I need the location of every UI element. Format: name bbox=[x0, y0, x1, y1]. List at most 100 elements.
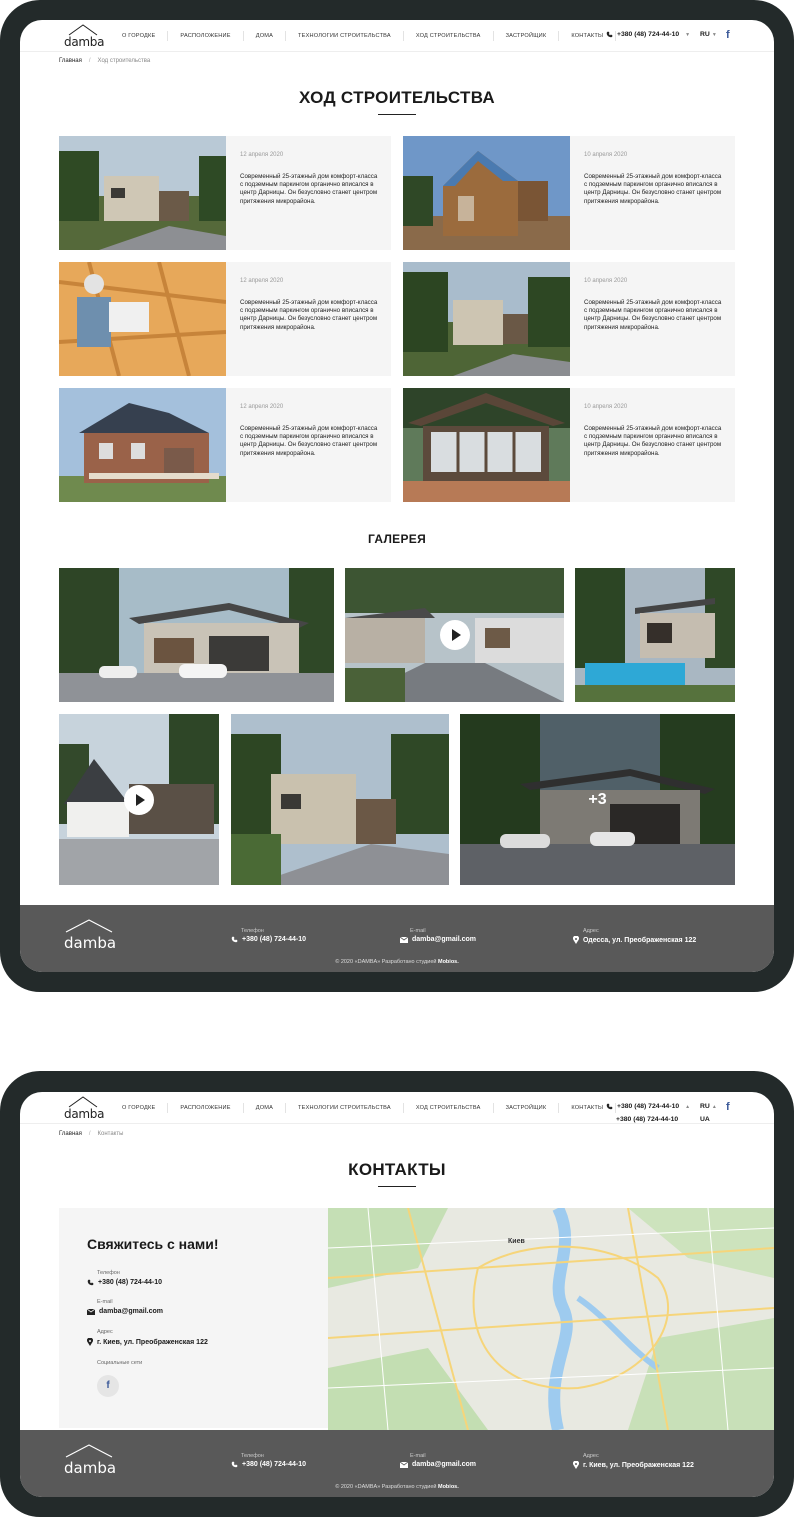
breadcrumb-home[interactable]: Главная bbox=[59, 58, 82, 64]
contact-address[interactable]: Адрес г. Киев, ул. Преображенская 122 bbox=[87, 1329, 208, 1346]
footer-phone-value: +380 (48) 724-44-10 bbox=[242, 1461, 307, 1468]
nav-item-developer[interactable]: Застройщик bbox=[494, 1103, 560, 1113]
phone-icon bbox=[606, 1103, 613, 1110]
footer-address-value: г. Киев, ул. Преображенская 122 bbox=[583, 1461, 694, 1469]
nav-item-about[interactable]: О городке bbox=[110, 1103, 169, 1113]
breadcrumb-home[interactable]: Главная bbox=[59, 1131, 82, 1137]
facebook-icon[interactable]: f bbox=[97, 1375, 119, 1397]
phone-icon bbox=[231, 1461, 238, 1468]
nav-item-progress[interactable]: Ход строительства bbox=[404, 1103, 494, 1113]
studio-link[interactable]: Mobios. bbox=[438, 1484, 459, 1490]
nav-item-developer[interactable]: Застройщик bbox=[494, 31, 560, 41]
progress-card[interactable]: 10 апреля 2020 Современный 25-этажный до… bbox=[403, 262, 735, 376]
logo[interactable]: damba bbox=[64, 1096, 104, 1120]
card-date: 12 апреля 2020 bbox=[240, 152, 284, 158]
nav-item-location[interactable]: Расположение bbox=[168, 1103, 244, 1113]
footer-logo[interactable]: damba bbox=[64, 919, 117, 952]
facebook-icon[interactable]: f bbox=[726, 1101, 736, 1113]
gallery-image[interactable] bbox=[59, 568, 334, 702]
gallery-video[interactable] bbox=[345, 568, 564, 702]
chevron-up-icon: ▲ bbox=[685, 1103, 691, 1110]
facebook-icon[interactable]: f bbox=[726, 29, 736, 41]
language-option-ua[interactable]: UA bbox=[700, 1116, 710, 1123]
logo[interactable]: damba bbox=[64, 24, 104, 48]
footer-phone-value: +380 (48) 724-44-10 bbox=[242, 936, 307, 943]
progress-card[interactable]: 12 апреля 2020 Современный 25-этажный до… bbox=[59, 262, 391, 376]
copyright: © 2020 «DAMBA» Разработано студией Mobio… bbox=[20, 1484, 774, 1490]
header-phone[interactable]: +380 (48) 724-44-10 ▲ bbox=[606, 1103, 690, 1110]
footer-phone-label: Телефон bbox=[241, 1453, 264, 1459]
footer-logo-text: damba bbox=[64, 934, 117, 952]
main-nav: О городке Расположение Дома Технологии с… bbox=[110, 20, 617, 52]
footer-email[interactable]: E-mail damba@gmail.com bbox=[400, 1453, 476, 1468]
footer-email-label: E-mail bbox=[410, 1453, 426, 1459]
gallery-video[interactable] bbox=[59, 714, 219, 885]
language-current: RU bbox=[700, 1103, 710, 1110]
mail-icon bbox=[87, 1308, 95, 1315]
card-date: 10 апреля 2020 bbox=[584, 152, 628, 158]
nav-item-technology[interactable]: Технологии строительства bbox=[286, 31, 404, 41]
contact-email-value: damba@gmail.com bbox=[99, 1308, 164, 1315]
contact-social: Социальные сети bbox=[87, 1360, 142, 1369]
breadcrumb-separator: / bbox=[88, 1131, 91, 1137]
page-title: КОНТАКТЫ bbox=[348, 1160, 446, 1179]
footer-address-value: Одесса, ул. Преображенская 122 bbox=[583, 936, 697, 944]
nav-item-houses[interactable]: Дома bbox=[244, 1103, 287, 1113]
breadcrumb-current: Контакты bbox=[97, 1131, 124, 1137]
language-current: RU bbox=[700, 31, 710, 38]
header: damba О городке Расположение Дома Технол… bbox=[20, 1092, 774, 1124]
logo-text: damba bbox=[64, 35, 105, 49]
gallery-more-count: +3 bbox=[588, 790, 607, 808]
studio-link[interactable]: Mobios. bbox=[438, 959, 459, 965]
footer-logo[interactable]: damba bbox=[64, 1444, 116, 1476]
screen-contacts: damba О городке Расположение Дома Технол… bbox=[20, 1092, 774, 1497]
play-icon[interactable] bbox=[124, 784, 154, 815]
footer-address[interactable]: Адрес г. Киев, ул. Преображенская 122 bbox=[573, 1453, 694, 1469]
card-text: Современный 25-этажный дом комфорт-класс… bbox=[584, 173, 722, 205]
footer-phone[interactable]: Телефон +380 (48) 724-44-10 bbox=[231, 928, 306, 943]
breadcrumb: Главная / Контакты bbox=[59, 1131, 123, 1137]
language-select[interactable]: RU ▲ bbox=[700, 1103, 717, 1110]
contact-card: Свяжитесь с нами! Телефон +380 (48) 724-… bbox=[59, 1208, 328, 1428]
card-text: Современный 25-этажный дом комфорт-класс… bbox=[584, 425, 722, 457]
progress-card[interactable]: 10 апреля 2020 Современный 25-этажный до… bbox=[403, 388, 735, 502]
contact-phone-value: +380 (48) 724-44-10 bbox=[98, 1279, 163, 1286]
gallery-title: ГАЛЕРЕЯ bbox=[367, 532, 427, 546]
nav-item-about[interactable]: О городке bbox=[110, 31, 169, 41]
breadcrumb-separator: / bbox=[88, 58, 91, 64]
card-date: 10 апреля 2020 bbox=[584, 404, 628, 410]
copyright-text: © 2020 «DAMBA» Разработано студией bbox=[335, 1484, 437, 1490]
footer-address-label: Адрес bbox=[583, 1453, 599, 1459]
nav-item-houses[interactable]: Дома bbox=[244, 31, 287, 41]
header-phone-alt[interactable]: +380 (48) 724-44-10 bbox=[616, 1116, 678, 1123]
header-phone[interactable]: +380 (48) 724-44-10 ▼ bbox=[606, 31, 690, 38]
footer-email-value: damba@gmail.com bbox=[412, 1461, 477, 1468]
map[interactable]: Киев bbox=[328, 1208, 774, 1430]
footer-email[interactable]: E-mail damba@gmail.com bbox=[400, 928, 476, 943]
breadcrumb-current: Ход строительства bbox=[97, 58, 151, 64]
card-image bbox=[59, 262, 226, 376]
nav-item-location[interactable]: Расположение bbox=[168, 31, 244, 41]
progress-card[interactable]: 10 апреля 2020 Современный 25-этажный до… bbox=[403, 136, 735, 250]
footer-email-label: E-mail bbox=[410, 928, 426, 934]
progress-card[interactable]: 12 апреля 2020 Современный 25-этажный до… bbox=[59, 388, 391, 502]
progress-card[interactable]: 12 апреля 2020 Современный 25-этажный до… bbox=[59, 136, 391, 250]
title-underline bbox=[378, 1186, 416, 1187]
footer-phone-label: Телефон bbox=[241, 928, 264, 934]
contact-address-label: Адрес bbox=[97, 1329, 113, 1335]
gallery-more[interactable]: +3 bbox=[460, 714, 735, 885]
location-pin-icon bbox=[573, 1461, 579, 1469]
footer-phone[interactable]: Телефон +380 (48) 724-44-10 bbox=[231, 1453, 306, 1468]
footer-address[interactable]: Адрес Одесса, ул. Преображенская 122 bbox=[573, 928, 696, 944]
play-icon[interactable] bbox=[439, 620, 470, 650]
gallery-image[interactable] bbox=[575, 568, 735, 702]
card-text: Современный 25-этажный дом комфорт-класс… bbox=[240, 173, 378, 205]
card-image bbox=[403, 388, 570, 502]
nav-item-technology[interactable]: Технологии строительства bbox=[286, 1103, 404, 1113]
contact-email[interactable]: E-mail damba@gmail.com bbox=[87, 1299, 163, 1315]
main-nav: О городке Расположение Дома Технологии с… bbox=[110, 1092, 617, 1124]
gallery-image[interactable] bbox=[231, 714, 449, 885]
language-select[interactable]: RU ▼ bbox=[700, 31, 717, 38]
nav-item-progress[interactable]: Ход строительства bbox=[404, 31, 494, 41]
contact-phone[interactable]: Телефон +380 (48) 724-44-10 bbox=[87, 1270, 162, 1286]
